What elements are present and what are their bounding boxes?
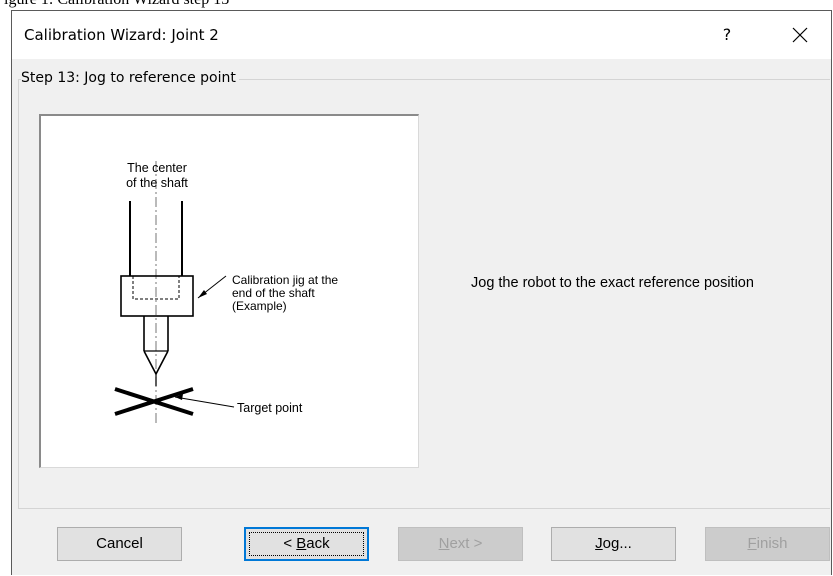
- label-target: Target point: [237, 401, 303, 415]
- caption-fragment: igure 1: Calibration Wizard step 13: [0, 0, 833, 10]
- next-label: Next >: [438, 535, 483, 552]
- calibration-wizard-dialog: Calibration Wizard: Joint 2 ? Step 13: J…: [11, 10, 832, 575]
- instruction-text: Jog the robot to the exact reference pos…: [471, 275, 754, 291]
- label-jig-2: end of the shaft: [232, 286, 315, 300]
- label-jig-1: Calibration jig at the: [232, 273, 338, 287]
- title-bar: Calibration Wizard: Joint 2 ?: [12, 11, 831, 59]
- cancel-label: Cancel: [96, 535, 143, 552]
- next-button[interactable]: Next >: [398, 527, 523, 561]
- step-groupbox: Step 13: Jog to reference point The cent…: [18, 70, 830, 509]
- label-jig-3: (Example): [232, 299, 287, 313]
- back-button[interactable]: < Back: [244, 527, 369, 561]
- help-button[interactable]: ?: [709, 21, 745, 49]
- dialog-title: Calibration Wizard: Joint 2: [24, 26, 219, 44]
- jog-label: Jog...: [595, 535, 632, 552]
- jog-button[interactable]: Jog...: [551, 527, 676, 561]
- shaft-diagram: The center of the shaft Calibration jig …: [114, 161, 338, 426]
- finish-button[interactable]: Finish: [705, 527, 830, 561]
- cancel-button[interactable]: Cancel: [57, 527, 182, 561]
- label-center-1: The center: [127, 161, 187, 175]
- close-icon: [792, 27, 808, 43]
- label-center-2: of the shaft: [126, 176, 188, 190]
- calibration-illustration: The center of the shaft Calibration jig …: [39, 114, 419, 468]
- close-button[interactable]: [780, 20, 820, 50]
- finish-label: Finish: [747, 535, 788, 552]
- focus-rect: [249, 532, 364, 556]
- step-group-label: Step 13: Jog to reference point: [21, 70, 239, 86]
- caption-text: igure 1: Calibration Wizard step 13: [4, 0, 229, 9]
- help-icon: ?: [722, 25, 732, 44]
